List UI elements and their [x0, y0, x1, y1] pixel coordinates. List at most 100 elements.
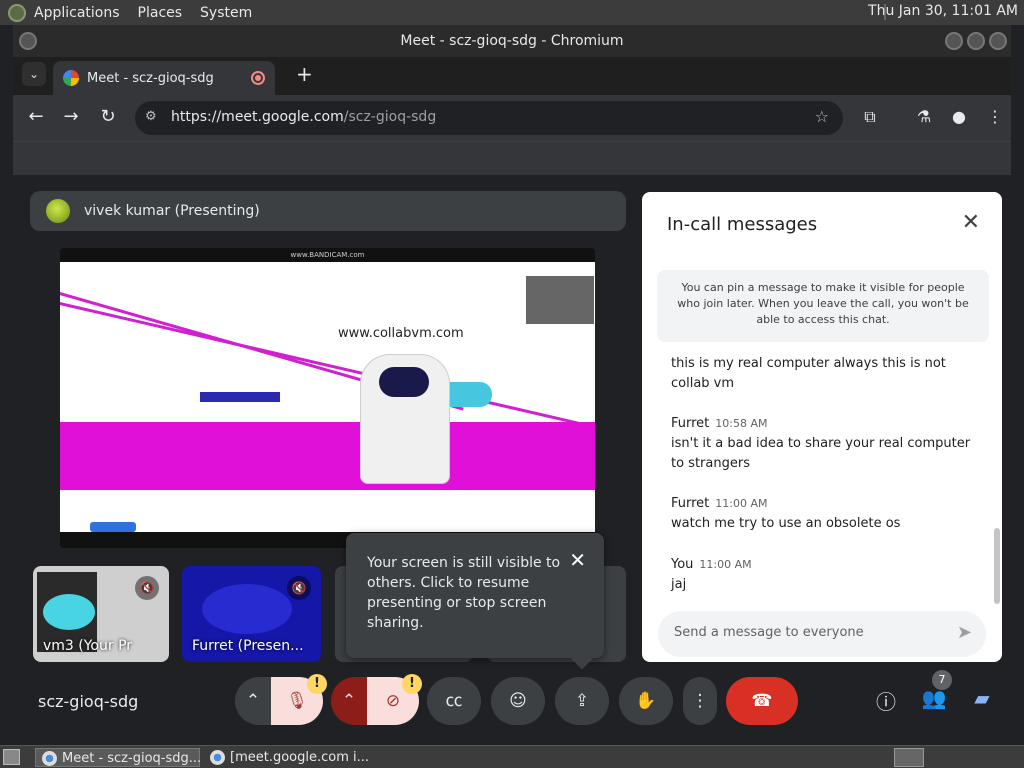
back-arrow-icon[interactable]: ← — [24, 106, 48, 127]
participant-tile[interactable]: 🔇 vm3 (Your Pr — [33, 566, 169, 662]
mic-icon: 🎙 — [286, 691, 308, 711]
captions-button[interactable]: ㏄ — [427, 677, 481, 725]
profile-avatar-icon[interactable]: ● — [948, 107, 970, 126]
chat-scrollbar[interactable] — [994, 528, 1000, 604]
close-tooltip-icon[interactable]: ✕ — [569, 550, 586, 570]
more-options-button[interactable]: ⋮ — [683, 677, 717, 725]
tile-video — [202, 584, 292, 634]
menu-places[interactable]: Places — [138, 5, 183, 21]
participant-name: Furret (Presen... — [192, 638, 304, 654]
gnome-logo-icon[interactable] — [8, 3, 26, 22]
address-bar[interactable]: ⚙ https://meet.google.com/scz-gioq-sdg ☆ — [135, 101, 843, 135]
menu-system[interactable]: System — [200, 5, 252, 21]
muted-mic-icon: 🔇 — [287, 576, 311, 600]
hangup-phone-icon: ☎ — [751, 691, 773, 711]
workspace-switcher-icon[interactable] — [894, 748, 924, 767]
tab-search-chevron-icon[interactable]: ⌄ — [22, 62, 46, 86]
browser-window: Meet - scz-gioq-sdg - Chromium ⌄ Meet - … — [13, 25, 1011, 748]
chat-message: this is my real computer always this is … — [671, 354, 971, 394]
message-sender: Furret — [671, 416, 710, 431]
extensions-icon[interactable]: ⧉ — [859, 107, 881, 127]
shared-screen-figure — [360, 354, 450, 484]
message-text: this is my real computer always this is … — [671, 356, 946, 391]
menu-applications[interactable]: Applications — [34, 5, 120, 21]
emoji-reactions-button[interactable]: ☺ — [491, 677, 545, 725]
message-text: watch me try to use an obsolete os — [671, 516, 901, 531]
audio-options-button[interactable]: ⌃ — [235, 677, 271, 725]
taskbar-label: Meet - scz-gioq-sdg... — [62, 751, 202, 766]
shared-screen-stage[interactable]: www.BANDICAM.com www.collabvm.com — [60, 248, 595, 548]
participant-tile[interactable]: 🔇 Furret (Presen... — [182, 566, 321, 662]
shared-screen-floor — [60, 422, 595, 490]
send-icon[interactable]: ➤ — [957, 622, 972, 643]
reload-icon[interactable]: ↻ — [96, 106, 120, 127]
new-tab-button[interactable]: + — [296, 62, 313, 86]
chrome-favicon-icon — [63, 70, 79, 86]
message-sender: Furret — [671, 496, 710, 511]
video-options-button[interactable]: ⌃ — [331, 677, 367, 725]
bookmark-star-icon[interactable]: ☆ — [815, 107, 829, 126]
taskbar-item-meet-popup[interactable]: [meet.google.com i... — [204, 748, 374, 767]
screen-visible-tooltip: Your screen is still visible to others. … — [346, 533, 604, 670]
tooltip-arrow — [570, 646, 594, 670]
shared-screen-panel — [526, 276, 594, 324]
camera-off-icon: ⊘ — [385, 691, 401, 711]
bottom-taskbar: Meet - scz-gioq-sdg... [meet.google.com … — [0, 745, 1024, 768]
chat-message: Furret 11:00 AM watch me try to use an ob… — [671, 494, 971, 534]
tab-strip: ⌄ Meet - scz-gioq-sdg + — [13, 57, 1011, 95]
chat-title: In-call messages — [667, 214, 818, 235]
figure-hood — [379, 367, 429, 397]
message-text: isn't it a bad idea to share your real c… — [671, 436, 971, 471]
more-vert-icon: ⋮ — [691, 691, 709, 711]
participant-count-badge: 7 — [932, 670, 952, 690]
meeting-details-icon[interactable]: ⓘ — [873, 686, 899, 715]
shared-screen-streak — [60, 302, 582, 426]
browser-toolbar: ← → ↻ ⚙ https://meet.google.com/scz-gioq… — [13, 95, 1011, 141]
tile-video-face — [43, 594, 95, 630]
present-screen-button[interactable]: ⇪ — [555, 677, 609, 725]
close-chat-icon[interactable]: ✕ — [962, 210, 980, 235]
chromium-icon — [42, 751, 57, 766]
compose-placeholder: Send a message to everyone — [674, 625, 864, 640]
message-time: 11:00 AM — [715, 497, 768, 510]
forward-arrow-icon[interactable]: → — [59, 106, 83, 127]
raise-hand-button[interactable]: ✋ — [619, 677, 673, 725]
chat-icon[interactable]: ▰ — [969, 686, 995, 710]
presenter-bar: vivek kumar (Presenting) — [30, 191, 626, 231]
muted-mic-icon: 🔇 — [135, 576, 159, 600]
shared-screen-shape — [200, 392, 280, 402]
url-text[interactable]: https://meet.google.com/scz-gioq-sdg — [171, 109, 436, 125]
panel-clock[interactable]: Thu Jan 30, 11:01 AM — [868, 3, 1018, 19]
tab-meet[interactable]: Meet - scz-gioq-sdg — [53, 61, 275, 95]
emoji-icon: ☺ — [509, 691, 527, 711]
site-info-icon[interactable]: ⚙ — [145, 109, 157, 124]
window-title: Meet - scz-gioq-sdg - Chromium — [400, 33, 624, 49]
minimize-icon[interactable] — [945, 32, 963, 50]
presenter-avatar — [46, 199, 70, 223]
present-icon: ⇪ — [574, 691, 590, 711]
camera-warning-badge: ! — [402, 674, 422, 694]
window-titlebar[interactable]: Meet - scz-gioq-sdg - Chromium — [13, 25, 1011, 57]
taskbar-label: [meet.google.com i... — [230, 750, 370, 765]
pin-info-notice: You can pin a message to make it visible… — [657, 270, 989, 342]
chat-message: Furret 10:58 AM isn't it a bad idea to sh… — [671, 414, 971, 474]
tab-title: Meet - scz-gioq-sdg — [87, 70, 214, 86]
chat-panel: In-call messages ✕ You can pin a message… — [642, 192, 1002, 662]
labs-flask-icon[interactable]: ⚗ — [913, 107, 935, 126]
leave-call-button[interactable]: ☎ — [726, 677, 798, 725]
captions-icon: ㏄ — [445, 691, 463, 711]
chat-compose-field[interactable]: Send a message to everyone ➤ — [658, 611, 986, 657]
taskbar-item-meet[interactable]: Meet - scz-gioq-sdg... — [35, 748, 202, 767]
window-menu-icon[interactable] — [19, 32, 37, 50]
message-time: 11:00 AM — [699, 558, 752, 571]
close-window-icon[interactable] — [989, 32, 1007, 50]
hand-icon: ✋ — [635, 691, 657, 711]
browser-menu-icon[interactable]: ⋮ — [984, 107, 1006, 126]
info-bar — [13, 141, 1011, 175]
show-desktop-icon[interactable] — [3, 749, 20, 765]
top-panel: Applications Places System Thu Jan 30, 1… — [0, 0, 1024, 25]
chromium-icon — [210, 750, 225, 765]
maximize-icon[interactable] — [967, 32, 985, 50]
tooltip-text: Your screen is still visible to others. … — [367, 555, 561, 631]
shared-screen-button — [90, 522, 136, 532]
